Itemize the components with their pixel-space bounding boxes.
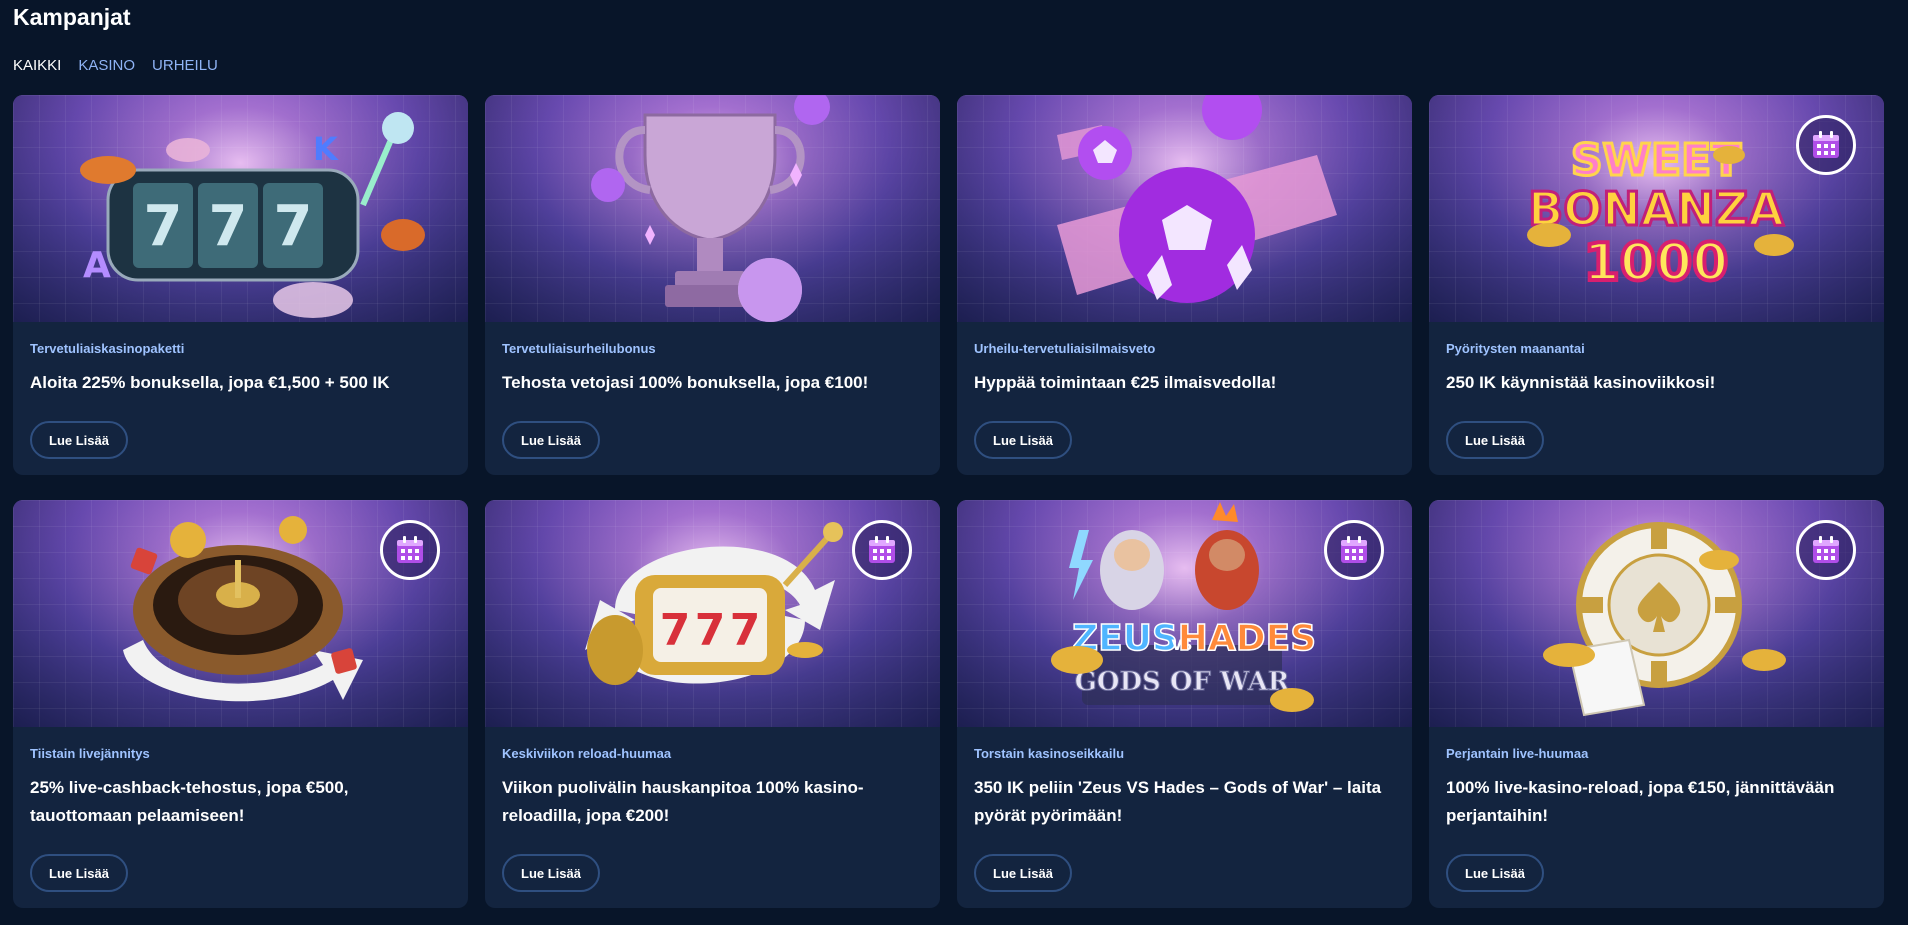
read-more-button[interactable]: Lue Lisää (1446, 854, 1544, 892)
promo-image-trophy (485, 95, 940, 322)
logo-subtitle: GODS OF WAR (1075, 667, 1290, 697)
promo-title: 25% live-cashback-tehostus, jopa €500, t… (30, 778, 349, 825)
tab-casino[interactable]: KASINO (78, 57, 135, 74)
promo-category: Urheilu-tervetuliaisilmaisveto (974, 341, 1156, 356)
promo-image-slot-machine: 7 7 7 A K (13, 95, 468, 322)
promo-category: Torstain kasinoseikkailu (974, 746, 1125, 761)
svg-text:7: 7 (274, 194, 313, 259)
promo-card[interactable]: Tervetuliaisurheilubonus Tehosta vetojas… (485, 95, 940, 475)
promo-image-zeus-vs-hades: ZEUS VS HADES GODS OF WAR (957, 500, 1412, 727)
promotion-grid: 7 7 7 A K Tervetuliaiskasinopaketti Aloi… (13, 95, 1885, 908)
svg-text:7: 7 (144, 194, 183, 259)
promo-category: Keskiviikon reload-huumaa (502, 746, 672, 761)
soccer-ball-icon (1057, 95, 1337, 303)
calendar-icon (1796, 115, 1856, 175)
promo-title: Tehosta vetojasi 100% bonuksella, jopa €… (502, 373, 869, 392)
read-more-button[interactable]: Lue Lisää (30, 854, 128, 892)
promo-card[interactable]: Urheilu-tervetuliaisilmaisveto Hyppää to… (957, 95, 1412, 475)
read-more-button[interactable]: Lue Lisää (30, 421, 128, 459)
logo-line-3: 1000 (1584, 233, 1729, 293)
promo-category: Perjantain live-huumaa (1446, 746, 1589, 761)
trophy-icon (591, 95, 830, 322)
promo-title: 250 IK käynnistää kasinoviikkosi! (1446, 373, 1716, 392)
svg-text:7: 7 (660, 605, 691, 656)
slot-machine-icon: 7 7 7 A K (80, 112, 425, 318)
tab-all[interactable]: KAIKKI (13, 57, 61, 74)
promo-card[interactable]: SWEET BONANZA 1000 Pyöritysten maanantai… (1429, 95, 1884, 475)
filter-tabs: KAIKKI KASINO URHEILU (13, 57, 218, 74)
promo-title: Aloita 225% bonuksella, jopa €1,500 + 50… (30, 373, 390, 392)
promo-title: 350 IK peliin 'Zeus VS Hades – Gods of W… (974, 778, 1382, 825)
promo-image-soccer-ball (957, 95, 1412, 322)
calendar-icon (1324, 520, 1384, 580)
calendar-icon (852, 520, 912, 580)
promo-card[interactable]: ZEUS VS HADES GODS OF WAR Torstain kasin… (957, 500, 1412, 908)
read-more-button[interactable]: Lue Lisää (502, 854, 600, 892)
page-title: Kampanjat (13, 4, 131, 30)
promotions-page: Kampanjat KAIKKI KASINO URHEILU 7 7 7 A (0, 0, 1908, 925)
promo-card[interactable]: Tiistain livejännitys 25% live-cashback-… (13, 500, 468, 908)
tab-sports[interactable]: URHEILU (152, 57, 218, 74)
calendar-icon (1796, 520, 1856, 580)
promo-category: Tiistain livejännitys (30, 746, 150, 761)
svg-text:7: 7 (695, 605, 726, 656)
svg-text:7: 7 (730, 605, 761, 656)
promo-category: Tervetuliaisurheilubonus (502, 341, 656, 356)
svg-text:7: 7 (209, 194, 248, 259)
svg-text:A: A (83, 245, 111, 286)
promo-title: Viikon puolivälin hauskanpitoa 100% kasi… (502, 778, 864, 825)
promo-image-casino-chip (1429, 500, 1884, 727)
promo-image-roulette (13, 500, 468, 727)
promo-image-gold-slot: 7 7 7 (485, 500, 940, 727)
promo-title: 100% live-kasino-reload, jopa €150, jänn… (1446, 778, 1835, 825)
promo-card[interactable]: Perjantain live-huumaa 100% live-kasino-… (1429, 500, 1884, 908)
promo-title: Hyppää toimintaan €25 ilmaisvedolla! (974, 373, 1277, 392)
read-more-button[interactable]: Lue Lisää (1446, 421, 1544, 459)
promo-card[interactable]: 7 7 7 A K Tervetuliaiskasinopaketti Aloi… (13, 95, 468, 475)
logo-line-1: SWEET (1571, 135, 1741, 186)
promo-image-sweet-bonanza: SWEET BONANZA 1000 (1429, 95, 1884, 322)
logo-hades: HADES (1178, 618, 1316, 659)
svg-text:K: K (313, 130, 339, 168)
promo-card[interactable]: 7 7 7 Keskiviikon reload-huumaa Viikon p… (485, 500, 940, 908)
calendar-icon (380, 520, 440, 580)
promo-category: Tervetuliaiskasinopaketti (30, 341, 185, 356)
read-more-button[interactable]: Lue Lisää (974, 854, 1072, 892)
read-more-button[interactable]: Lue Lisää (974, 421, 1072, 459)
read-more-button[interactable]: Lue Lisää (502, 421, 600, 459)
promo-category: Pyöritysten maanantai (1446, 341, 1585, 356)
